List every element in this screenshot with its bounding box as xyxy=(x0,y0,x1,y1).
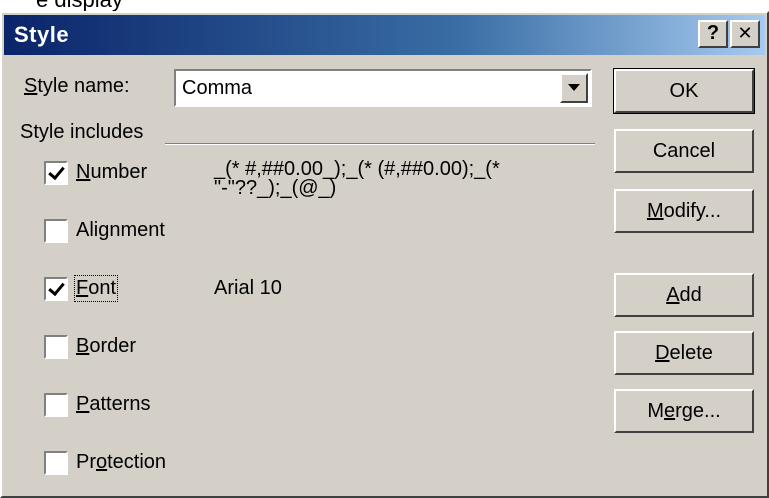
protection-checkbox[interactable] xyxy=(44,451,68,475)
add-button[interactable]: Add xyxy=(614,273,754,317)
modify-button[interactable]: Modify... xyxy=(614,189,754,233)
window-title: Style xyxy=(14,22,70,47)
font-value: Arial 10 xyxy=(214,277,282,299)
number-label[interactable]: Number xyxy=(76,161,147,184)
group-divider xyxy=(165,143,595,145)
alignment-label[interactable]: Alignment xyxy=(76,219,165,242)
cancel-button[interactable]: Cancel xyxy=(614,129,754,173)
style-name-value: Comma xyxy=(182,77,253,99)
help-icon: ? xyxy=(706,21,720,44)
ok-button[interactable]: OK xyxy=(613,68,755,114)
border-checkbox[interactable] xyxy=(44,335,68,359)
protection-label[interactable]: Protection xyxy=(76,451,166,474)
border-label[interactable]: Border xyxy=(76,335,136,358)
delete-button[interactable]: Delete xyxy=(614,331,754,375)
style-name-label: Style name: xyxy=(24,75,130,97)
patterns-checkbox[interactable] xyxy=(44,393,68,417)
number-checkbox[interactable] xyxy=(44,161,68,185)
merge-button[interactable]: Me rge... xyxy=(614,389,754,433)
close-button[interactable]: ✕ xyxy=(730,20,760,48)
close-icon: ✕ xyxy=(737,22,753,43)
patterns-label[interactable]: Patterns xyxy=(76,393,151,416)
alignment-checkbox[interactable] xyxy=(44,219,68,243)
font-label[interactable]: Font xyxy=(73,275,119,302)
help-button[interactable]: ? xyxy=(698,20,728,48)
font-checkbox[interactable] xyxy=(44,277,68,301)
number-format-value: _(* #,##0.00_);_(* (#,##0.00);_(* "-"??_… xyxy=(214,158,500,199)
style-name-combobox[interactable]: Comma xyxy=(174,69,592,107)
title-bar: Style ? ✕ xyxy=(4,15,765,55)
dropdown-arrow-icon[interactable] xyxy=(560,73,588,103)
style-dialog: Style ? ✕ Style name: Comma Style includ… xyxy=(0,11,769,498)
style-includes-heading: Style includes xyxy=(20,121,144,143)
background-partial-text: e display xyxy=(0,0,769,11)
